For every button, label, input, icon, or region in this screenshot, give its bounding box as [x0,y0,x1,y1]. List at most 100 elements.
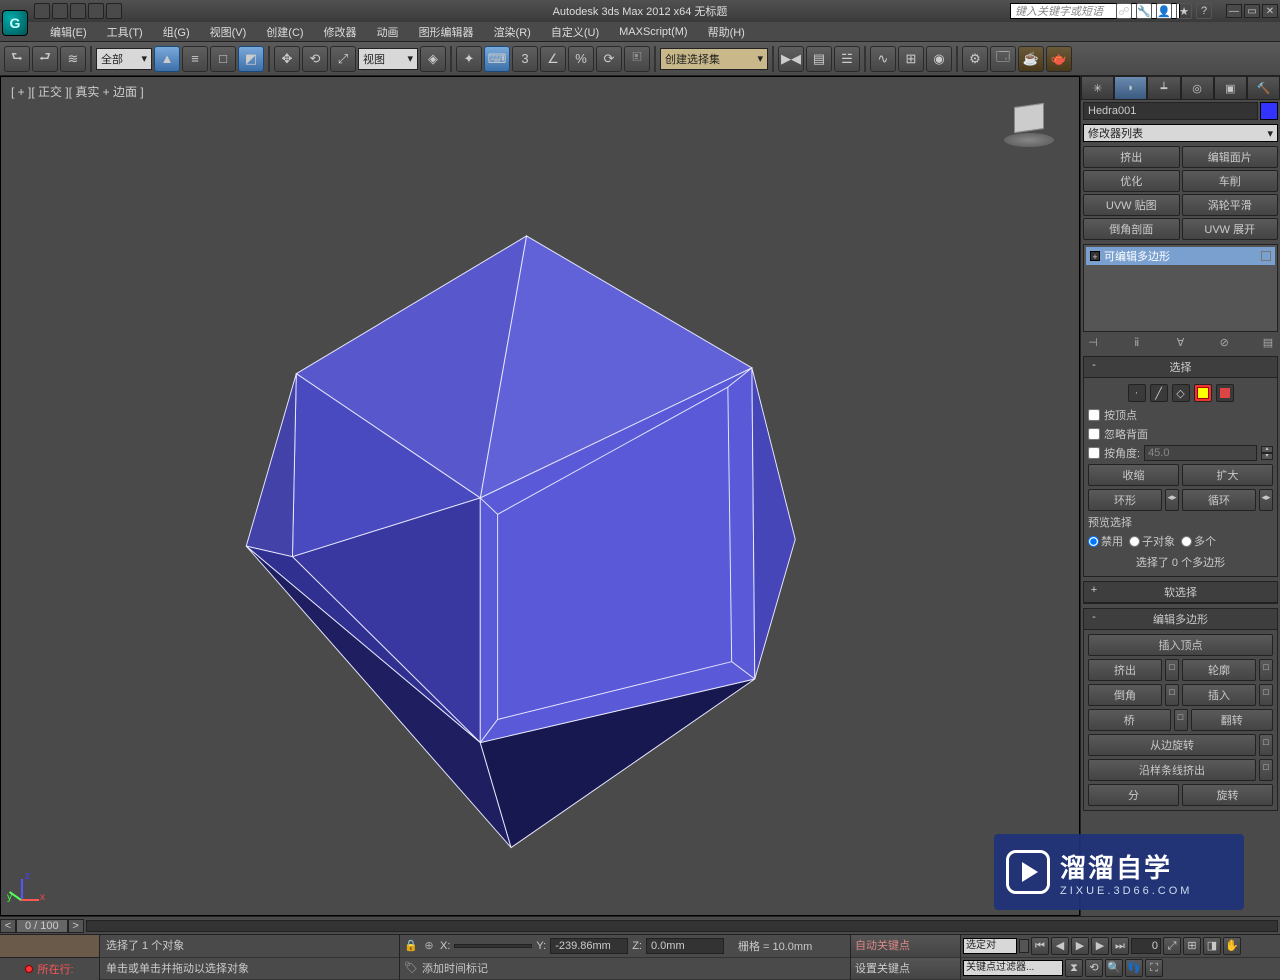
angle-snap-icon[interactable]: ∠ [540,46,566,72]
qat-open-icon[interactable] [52,3,68,19]
loop-spin-icon[interactable]: ◂▸ [1259,489,1273,511]
unlink-icon[interactable]: ⮐ [32,46,58,72]
viewcube[interactable] [999,97,1059,147]
timeline[interactable]: < 0 / 100 > [0,917,1280,935]
remove-mod-icon[interactable]: ⊘ [1216,336,1232,352]
coord-z[interactable]: 0.0mm [646,938,724,954]
menu-rendering[interactable]: 渲染(R) [484,22,541,42]
expand-icon[interactable]: + [1090,251,1100,261]
abs-icon[interactable]: ⊕ [422,939,436,953]
star-icon[interactable]: ★ [1176,3,1192,19]
subobj-border-icon[interactable]: ◇ [1172,384,1190,402]
key-filter-dropdown[interactable]: 关键点过滤器... [963,960,1063,976]
named-selection-set[interactable]: 创建选择集▾ [660,48,768,70]
percent-snap-icon[interactable]: % [568,46,594,72]
curve-editor-icon[interactable]: ∿ [870,46,896,72]
lock-icon[interactable]: 🔒 [404,939,418,953]
goto-start-icon[interactable]: ⏮ [1031,937,1049,955]
signin-icon[interactable]: 👤 [1156,3,1172,19]
loop-button[interactable]: 循环 [1182,489,1256,511]
layers-icon[interactable]: ☱ [834,46,860,72]
preview-multi-radio[interactable]: 多个 [1181,533,1216,549]
menu-animation[interactable]: 动画 [367,22,409,42]
extrude-button[interactable]: 挤出 [1088,659,1162,681]
qat-redo-icon[interactable] [106,3,122,19]
select-name-icon[interactable]: ≡ [182,46,208,72]
render-setup-icon[interactable]: ⚙ [962,46,988,72]
insert-vertex-button[interactable]: 插入顶点 [1088,634,1273,656]
window-crossing-icon[interactable]: ◩ [238,46,264,72]
preview-subobj-radio[interactable]: 子对象 [1129,533,1175,549]
ring-button[interactable]: 环形 [1088,489,1162,511]
angle-down-icon[interactable]: ▾ [1261,453,1273,460]
utilities-tab-icon[interactable]: 🔨 [1247,76,1280,100]
by-angle-check[interactable]: 按角度: [1088,445,1140,461]
exspline-opt-icon[interactable]: □ [1259,759,1273,781]
qat-undo-icon[interactable] [88,3,104,19]
rollout-selection-header[interactable]: -选择 [1084,357,1277,378]
menu-views[interactable]: 视图(V) [200,22,257,42]
subobj-element-icon[interactable] [1216,384,1234,402]
menu-tools[interactable]: 工具(T) [97,22,153,42]
qat-save-icon[interactable] [70,3,86,19]
walk-icon[interactable]: 👣 [1125,959,1143,977]
manipulate-icon[interactable]: ✦ [456,46,482,72]
current-frame[interactable]: 0 [1131,938,1161,954]
time-tag[interactable]: 添加时间标记 [422,960,488,976]
angle-value[interactable]: 45.0 [1144,445,1257,461]
infocenter-icon[interactable]: ☍ [1116,3,1132,19]
select-rect-icon[interactable]: □ [210,46,236,72]
extrude-opt-icon[interactable]: □ [1165,659,1179,681]
menu-maxscript[interactable]: MAXScript(M) [609,24,697,40]
mod-btn-7[interactable]: UVW 展开 [1182,218,1279,240]
mini-listener[interactable] [0,935,99,958]
setkey-button[interactable]: 设置关键点 [851,958,960,980]
key-icon2[interactable] [1019,939,1029,953]
mirror-icon[interactable]: ▶◀ [778,46,804,72]
motion-tab-icon[interactable]: ◎ [1181,76,1214,100]
object-name-input[interactable] [1083,102,1258,120]
light-toggle-icon[interactable] [1261,251,1271,261]
fov-icon[interactable]: ◨ [1203,937,1221,955]
tag-icon[interactable]: 🏷 [404,961,418,975]
rollout-editpoly-header[interactable]: -编辑多边形 [1084,609,1277,630]
pivot-icon[interactable]: ◈ [420,46,446,72]
mod-btn-5[interactable]: 涡轮平滑 [1182,194,1279,216]
menu-customize[interactable]: 自定义(U) [541,22,609,42]
make-unique-icon[interactable]: ∀ [1173,336,1189,352]
key-icon[interactable]: 🔧 [1136,3,1152,19]
play-icon[interactable]: ▶ [1071,937,1089,955]
flip-button[interactable]: 翻转 [1191,709,1274,731]
schematic-icon[interactable]: ⊞ [898,46,924,72]
show-end-icon[interactable]: ⅱ [1129,336,1145,352]
split-button[interactable]: 分 [1088,784,1179,806]
render-frame-icon[interactable]: 🗔 [990,46,1016,72]
coord-x[interactable] [454,944,532,948]
link-icon[interactable]: ⮑ [4,46,30,72]
mod-btn-4[interactable]: UVW 贴图 [1083,194,1180,216]
modifier-stack[interactable]: + 可编辑多边形 [1083,244,1278,332]
viewport[interactable]: [ + ][ 正交 ][ 真实 + 边面 ] zyx [0,76,1080,916]
goto-end-icon[interactable]: ⏭ [1111,937,1129,955]
by-vertex-check[interactable]: 按顶点 [1088,407,1273,423]
mod-btn-6[interactable]: 倒角剖面 [1083,218,1180,240]
move-icon[interactable]: ✥ [274,46,300,72]
zoom-all-icon[interactable]: ⊞ [1183,937,1201,955]
help-icon[interactable]: ? [1196,3,1212,19]
coord-y[interactable]: -239.86mm [550,938,628,954]
menu-modifiers[interactable]: 修改器 [314,22,367,42]
inset-button[interactable]: 插入 [1182,684,1256,706]
quick-render-icon[interactable]: 🫖 [1046,46,1072,72]
bridge-opt-icon[interactable]: □ [1174,709,1188,731]
mod-btn-1[interactable]: 编辑面片 [1182,146,1279,168]
menu-edit[interactable]: 编辑(E) [40,22,97,42]
mod-btn-3[interactable]: 车削 [1182,170,1279,192]
inset-opt-icon[interactable]: □ [1259,684,1273,706]
keyboard-shortcut-icon[interactable]: ⌨ [484,46,510,72]
preview-off-radio[interactable]: 禁用 [1088,533,1123,549]
ref-coord-system[interactable]: 视图▾ [358,48,418,70]
key-mode-dropdown[interactable]: 选定对 [963,938,1017,954]
snap3-icon[interactable]: 3 [512,46,538,72]
align-icon[interactable]: ▤ [806,46,832,72]
hierarchy-tab-icon[interactable]: ┷ [1147,76,1180,100]
